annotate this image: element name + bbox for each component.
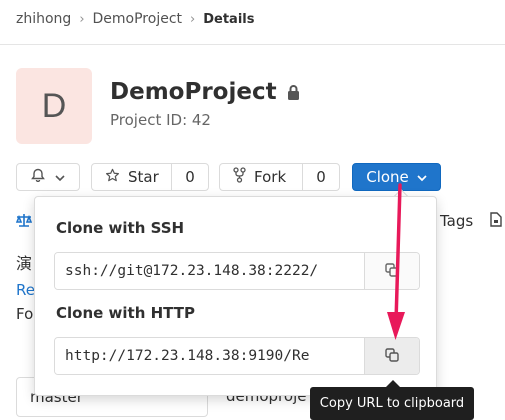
copy-icon xyxy=(385,347,399,366)
clone-label: Clone xyxy=(366,168,409,186)
page-title: DemoProject xyxy=(110,77,300,107)
forked-from-text: Fo xyxy=(16,305,34,323)
breadcrumb: zhihong › DemoProject › Details xyxy=(16,10,254,28)
http-url-input[interactable] xyxy=(55,338,364,374)
fork-icon xyxy=(233,167,246,187)
file-icon xyxy=(490,212,502,231)
fork-button-group: Fork 0 xyxy=(219,163,340,191)
fork-button[interactable]: Fork xyxy=(220,164,302,190)
copy-tooltip: Copy URL to clipboard xyxy=(310,387,474,420)
clone-button[interactable]: Clone xyxy=(352,163,441,191)
notification-button[interactable] xyxy=(16,163,80,191)
http-url-group xyxy=(54,337,420,375)
scale-icon xyxy=(15,212,33,231)
copy-icon xyxy=(385,262,399,281)
lock-icon xyxy=(287,84,300,100)
breadcrumb-current: Details xyxy=(203,11,255,27)
project-name: DemoProject xyxy=(110,79,277,105)
chevron-right-icon: › xyxy=(190,11,196,27)
project-description: 演 xyxy=(16,254,33,273)
header-divider xyxy=(0,44,505,45)
chevron-right-icon: › xyxy=(79,11,85,27)
project-id: Project ID: 42 xyxy=(110,111,211,129)
star-label: Star xyxy=(128,168,159,186)
chevron-down-icon xyxy=(417,168,427,186)
copy-ssh-button[interactable] xyxy=(364,253,419,289)
ssh-url-input[interactable] xyxy=(55,253,364,289)
bell-icon xyxy=(31,168,45,186)
avatar-letter: D xyxy=(41,86,67,125)
fork-count[interactable]: 0 xyxy=(302,164,339,190)
star-icon xyxy=(105,168,120,187)
ssh-url-group xyxy=(54,252,420,290)
star-count[interactable]: 0 xyxy=(171,164,208,190)
star-button-group: Star 0 xyxy=(91,163,209,191)
readme-link[interactable]: Re xyxy=(16,281,35,299)
star-button[interactable]: Star xyxy=(92,164,171,190)
breadcrumb-user[interactable]: zhihong xyxy=(16,11,71,27)
tooltip-arrow xyxy=(386,380,400,387)
clone-dropdown: Clone with SSH Clone with HTTP xyxy=(34,196,437,396)
http-heading: Clone with HTTP xyxy=(56,304,195,322)
tags-link[interactable]: Tags xyxy=(440,212,473,230)
breadcrumb-project[interactable]: DemoProject xyxy=(93,11,183,27)
fork-label: Fork xyxy=(254,168,287,186)
ssh-heading: Clone with SSH xyxy=(56,219,185,237)
copy-http-button[interactable] xyxy=(364,338,419,374)
chevron-down-icon xyxy=(55,168,65,186)
project-avatar: D xyxy=(16,68,92,144)
